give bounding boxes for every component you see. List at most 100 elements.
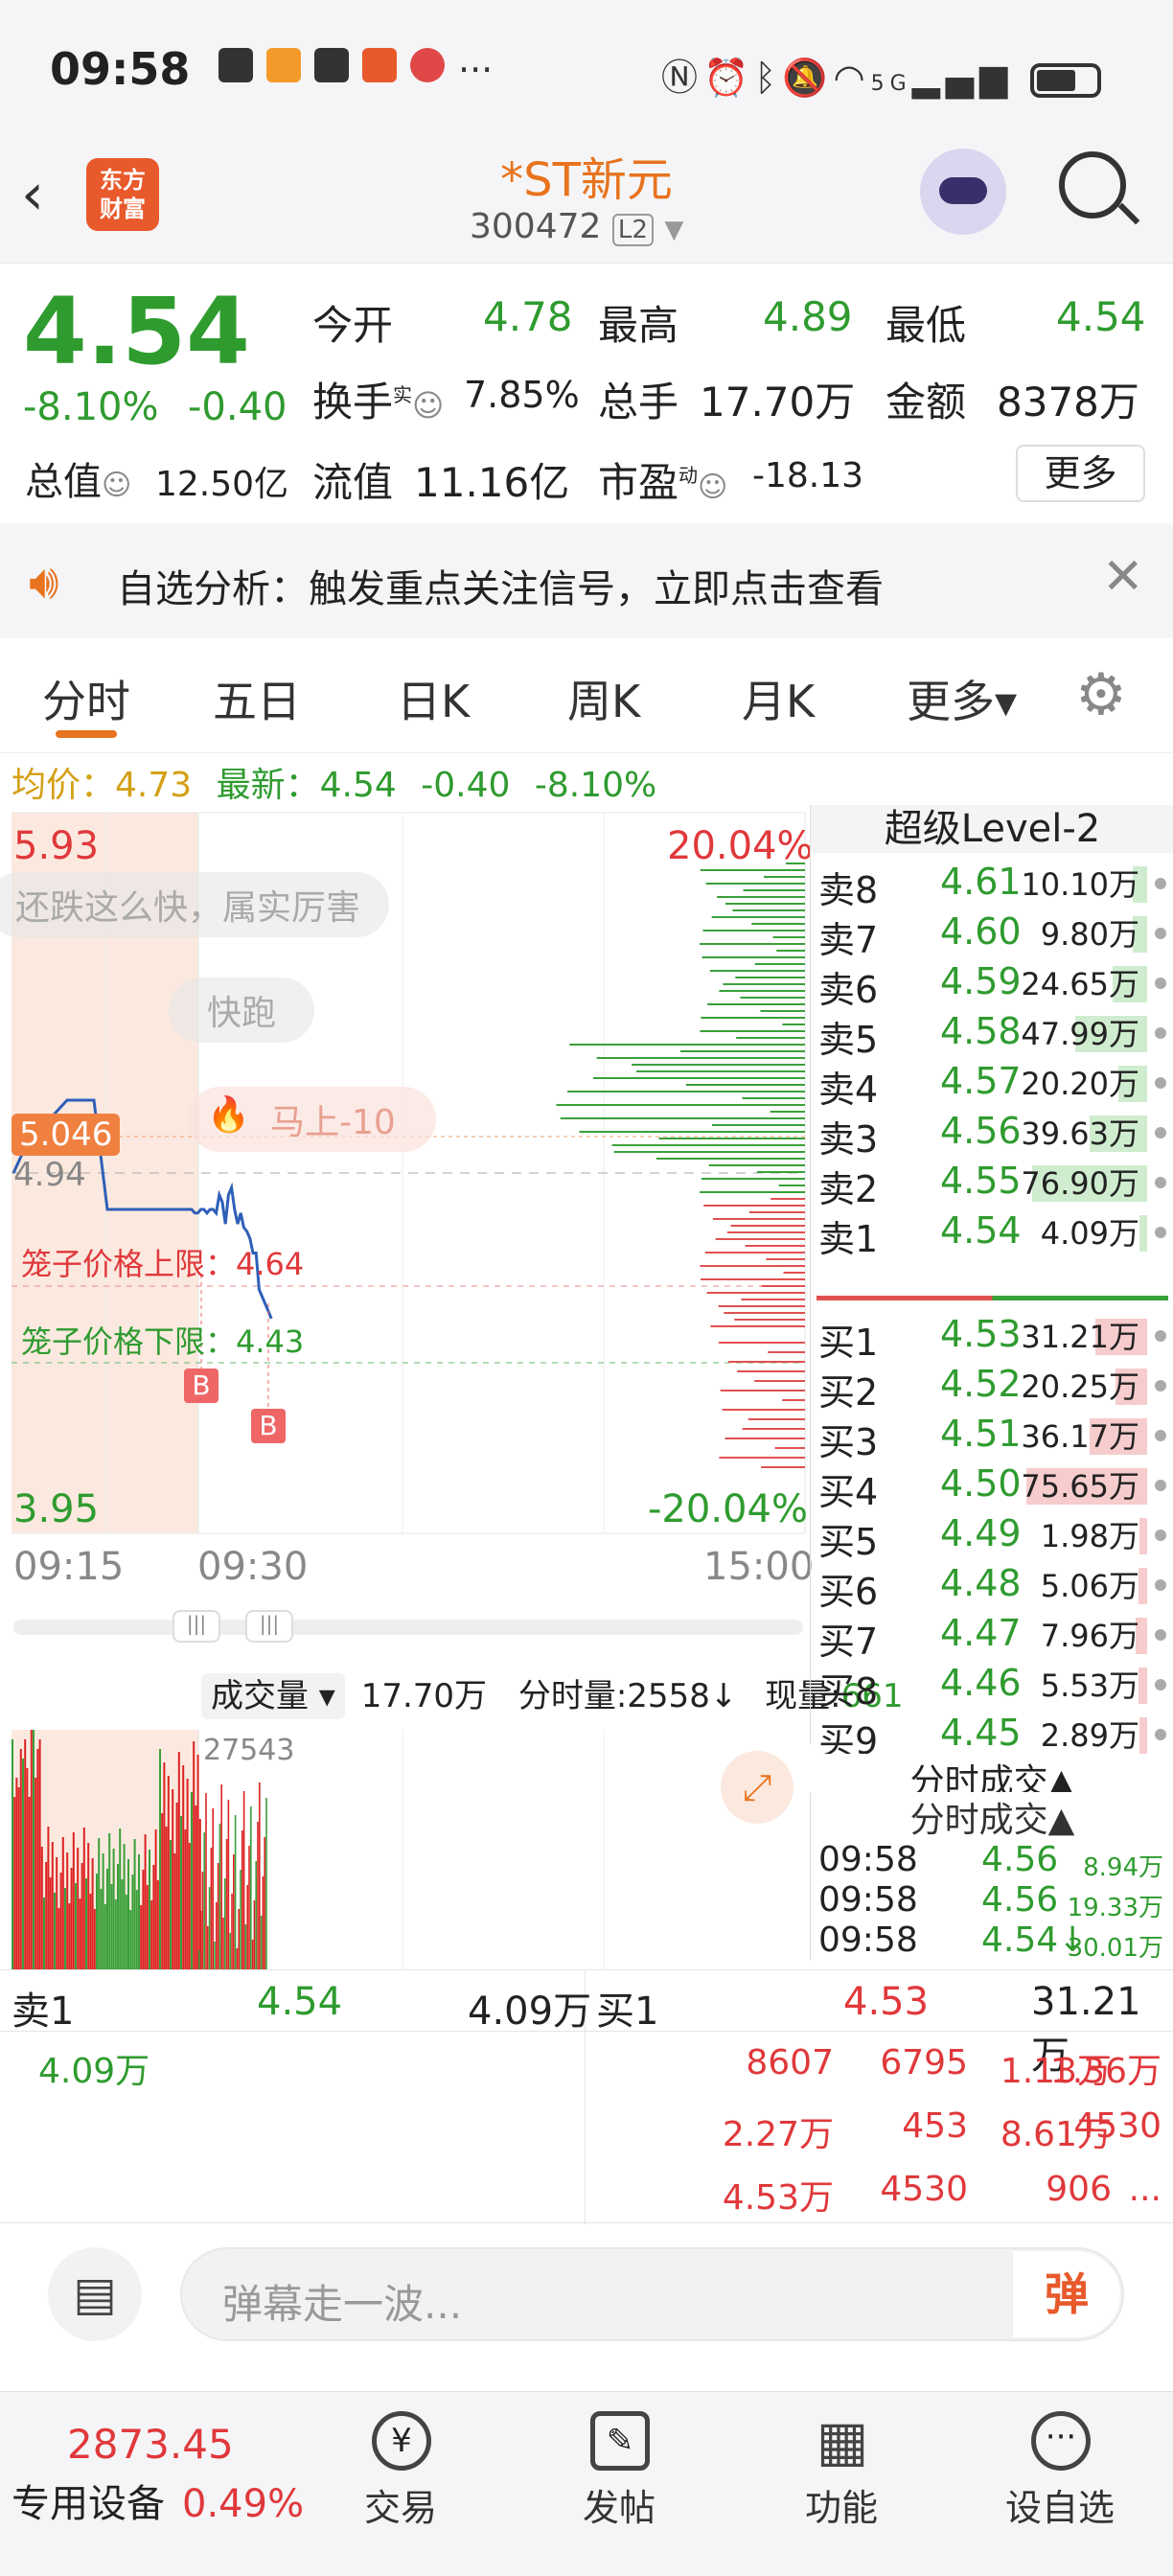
robot-avatar-icon[interactable]	[920, 149, 1006, 235]
volume-bar	[218, 1824, 221, 1969]
volume-bar	[1139, 1215, 1147, 1252]
book-price: 4.50	[940, 1462, 1022, 1505]
dot-icon	[1155, 1530, 1166, 1541]
tab-intraday[interactable]: 分时	[42, 667, 130, 730]
book-volume: 10.10万	[1021, 866, 1139, 903]
volume-value: 17.70万	[700, 379, 856, 426]
more-button[interactable]: 更多	[1016, 445, 1145, 502]
dot-icon	[1155, 1177, 1166, 1188]
volume-bar	[260, 1916, 263, 1969]
notice-bar[interactable]: 🔊︎ 自选分析：触发重点关注信号，立即点击查看 ✕	[0, 523, 1173, 638]
volume-bar	[93, 1909, 96, 1969]
order-book-row[interactable]: 买8 4.46 5.53万	[811, 1662, 1173, 1713]
volume-bar	[49, 1877, 52, 1969]
mcap-label: 总值☺	[25, 460, 132, 504]
range-handle-right[interactable]: |||	[245, 1610, 293, 1643]
depth-bar	[742, 1097, 805, 1099]
range-handle-left[interactable]: |||	[172, 1610, 220, 1643]
search-icon[interactable]	[1059, 151, 1140, 225]
order-book-row[interactable]: 卖8 4.61 10.10万	[811, 861, 1173, 911]
volume-bar	[123, 1844, 126, 1969]
danmaku-input[interactable]: 弹幕走一波... 弹	[180, 2247, 1124, 2341]
queue-sell-label: 卖1	[12, 1990, 75, 2034]
time-scroll-track[interactable]	[13, 1620, 803, 1635]
order-book-row[interactable]: 卖2 4.55 76.90万	[811, 1160, 1173, 1210]
notes-icon[interactable]: ▤	[48, 2247, 142, 2341]
volume-bar	[186, 1779, 189, 1969]
volume-selector[interactable]: 成交量 ▾	[201, 1673, 345, 1719]
volume-bar	[19, 1749, 22, 1969]
depth-bar	[700, 1265, 805, 1267]
volume-bar	[246, 1885, 248, 1969]
tab-day-k[interactable]: 日K	[397, 667, 470, 730]
tab-month-k[interactable]: 月K	[742, 667, 815, 730]
depth-bar	[656, 1158, 805, 1160]
fire-icon: 🔥	[207, 1095, 250, 1135]
order-book-row[interactable]: 卖4 4.57 20.20万	[811, 1060, 1173, 1111]
dot-icon	[1155, 1380, 1166, 1392]
index-sector[interactable]: 专用设备 0.49%	[12, 2472, 304, 2528]
order-book-row[interactable]: 买7 4.47 7.96万	[811, 1612, 1173, 1663]
intraday-chart[interactable]: 5.93 20.04% 3.95 -20.04% 5.046 4.94 笼子价格…	[0, 805, 814, 1543]
book-price: 4.51	[940, 1413, 1022, 1455]
volume-max-label: 27543	[203, 1734, 295, 1767]
gear-icon[interactable]: ⚙	[1075, 661, 1127, 728]
level2-title[interactable]: 超级Level-2	[811, 805, 1173, 853]
order-book-row[interactable]: 卖5 4.58 47.99万	[811, 1010, 1173, 1061]
depth-bar	[742, 1428, 805, 1430]
book-level-label: 买7	[818, 1621, 879, 1663]
y-min-label: 3.95	[13, 1487, 100, 1531]
book-volume: 75.65万	[1021, 1468, 1139, 1505]
volume-bar	[43, 1898, 45, 1969]
order-book-row[interactable]: 买2 4.52 20.25万	[811, 1363, 1173, 1414]
danmaku-send-button[interactable]: 弹	[1013, 2251, 1120, 2337]
volume-chart: 27543 ⤢	[0, 1730, 810, 1969]
queue-buy-item: 1.36万	[1049, 2052, 1162, 2091]
tab-week-k[interactable]: 周K	[567, 667, 640, 730]
depth-bar	[774, 1447, 805, 1449]
expand-icon[interactable]: ⤢	[721, 1751, 794, 1824]
queue-sell-price: 4.54	[257, 1980, 343, 2024]
order-book-row[interactable]: 卖1 4.54 4.09万	[811, 1209, 1173, 1260]
depth-bar	[782, 1399, 805, 1401]
depth-bar	[611, 1144, 805, 1146]
volume-bar	[40, 1847, 43, 1969]
volume-bar	[193, 1741, 196, 1969]
volume-bar	[45, 1862, 48, 1969]
order-book-row[interactable]: 买6 4.48 5.06万	[811, 1562, 1173, 1613]
volume-bar	[244, 1924, 247, 1969]
order-depth-bars	[556, 862, 805, 1468]
order-book-row[interactable]: 卖7 4.60 9.80万	[811, 910, 1173, 961]
pe-value: -18.13	[752, 456, 864, 495]
volume-bar	[207, 1926, 209, 1969]
dot-icon	[1155, 1430, 1166, 1441]
volume-bar	[110, 1884, 113, 1969]
depth-bar	[567, 1091, 805, 1092]
app-icon	[218, 48, 253, 82]
tab-five-day[interactable]: 五日	[213, 667, 301, 730]
volume-bar	[117, 1864, 119, 1969]
buy-marker[interactable]: B	[251, 1409, 286, 1443]
volume-bar	[1139, 1518, 1147, 1554]
depth-bar	[632, 1064, 805, 1066]
stock-code[interactable]: 300472 L2 ▼	[470, 207, 683, 246]
order-book-row[interactable]: 买4 4.50 75.65万	[811, 1462, 1173, 1513]
index-value[interactable]: 2873.45	[67, 2421, 234, 2468]
close-icon[interactable]: ✕	[1102, 548, 1144, 606]
tab-more[interactable]: 更多▾	[907, 667, 1017, 730]
order-book-row[interactable]: 买1 4.53 31.21万	[811, 1313, 1173, 1364]
trades-title[interactable]: 分时成交▲	[811, 1792, 1173, 1842]
low-label: 最低	[886, 302, 967, 349]
order-book-row[interactable]: 卖3 4.56 39.63万	[811, 1110, 1173, 1161]
x-tick: 09:30	[197, 1545, 309, 1589]
depth-bar	[760, 1010, 805, 1012]
volume-bar	[203, 1832, 205, 1969]
volume-bar	[33, 1730, 34, 1969]
buy-marker[interactable]: B	[184, 1368, 218, 1403]
book-price: 4.53	[940, 1313, 1022, 1355]
order-book-row[interactable]: 买9 4.45 2.89万	[811, 1712, 1173, 1762]
order-book-row[interactable]: 卖6 4.59 24.65万	[811, 960, 1173, 1011]
order-book-row[interactable]: 买5 4.49 1.98万	[811, 1512, 1173, 1563]
order-book-row[interactable]: 买3 4.51 36.17万	[811, 1413, 1173, 1463]
book-price: 4.55	[940, 1160, 1022, 1202]
